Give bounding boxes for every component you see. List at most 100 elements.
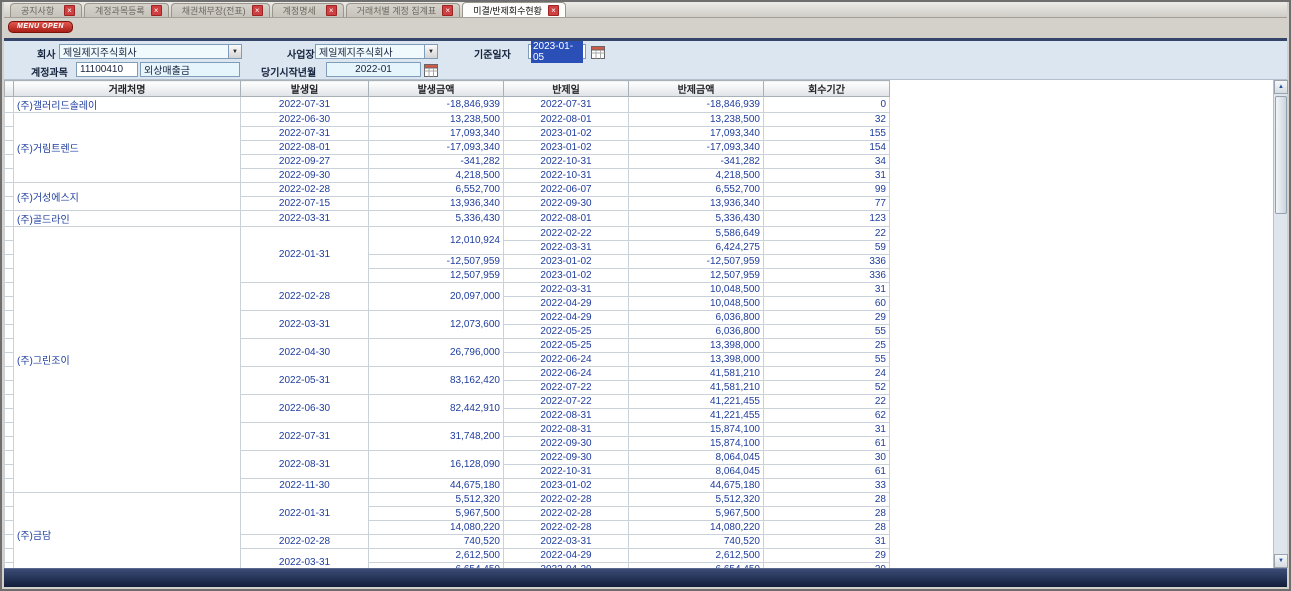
cell-od[interactable]: 2022-04-30 xyxy=(241,339,369,367)
cell-ra[interactable]: 10,048,500 xyxy=(629,283,764,297)
cell-p[interactable]: 61 xyxy=(764,465,890,479)
row-stub[interactable] xyxy=(5,141,14,155)
row-stub[interactable] xyxy=(5,269,14,283)
row-stub[interactable] xyxy=(5,535,14,549)
cell-oa[interactable]: 31,748,200 xyxy=(369,423,504,451)
cell-ra[interactable]: 13,936,340 xyxy=(629,197,764,211)
cell-p[interactable]: 154 xyxy=(764,141,890,155)
cell-rd[interactable]: 2022-10-31 xyxy=(504,155,629,169)
cell-rd[interactable]: 2023-01-02 xyxy=(504,127,629,141)
row-stub[interactable] xyxy=(5,113,14,127)
close-tab-icon[interactable]: × xyxy=(151,5,162,16)
cell-p[interactable]: 24 xyxy=(764,367,890,381)
tab-계정과목등록[interactable]: 계정과목등록× xyxy=(84,3,169,17)
tab-미결/반제회수현황[interactable]: 미결/반제회수현황× xyxy=(462,2,566,17)
cell-rd[interactable]: 2022-06-07 xyxy=(504,183,629,197)
cell-ra[interactable]: 5,586,649 xyxy=(629,227,764,241)
cell-rd[interactable]: 2022-03-31 xyxy=(504,241,629,255)
cell-ra[interactable]: 6,424,275 xyxy=(629,241,764,255)
cell-ra[interactable]: -17,093,340 xyxy=(629,141,764,155)
row-stub[interactable] xyxy=(5,507,14,521)
cell-oa[interactable]: 16,128,090 xyxy=(369,451,504,479)
cell-ra[interactable]: 15,874,100 xyxy=(629,423,764,437)
cell-ra[interactable]: -12,507,959 xyxy=(629,255,764,269)
cell-ra[interactable]: 13,398,000 xyxy=(629,339,764,353)
cell-ra[interactable]: 12,507,959 xyxy=(629,269,764,283)
cell-rd[interactable]: 2022-02-28 xyxy=(504,507,629,521)
col-header-settle-date[interactable]: 반제일 xyxy=(504,81,629,97)
cell-ra[interactable]: 8,064,045 xyxy=(629,465,764,479)
cell-oa[interactable]: 740,520 xyxy=(369,535,504,549)
calendar-icon[interactable] xyxy=(424,63,438,77)
cell-rd[interactable]: 2022-02-28 xyxy=(504,521,629,535)
cell-p[interactable]: 55 xyxy=(764,325,890,339)
row-stub[interactable] xyxy=(5,97,14,113)
cell-oa[interactable]: 5,336,430 xyxy=(369,211,504,227)
cell-rd[interactable]: 2022-10-31 xyxy=(504,169,629,183)
cell-rd[interactable]: 2022-03-31 xyxy=(504,535,629,549)
cell-p[interactable]: 33 xyxy=(764,479,890,493)
cell-rd[interactable]: 2022-08-31 xyxy=(504,423,629,437)
cell-oa[interactable]: -341,282 xyxy=(369,155,504,169)
chevron-down-icon[interactable]: ▼ xyxy=(228,45,241,58)
cell-rd[interactable]: 2023-01-02 xyxy=(504,479,629,493)
cell-oa[interactable]: 12,073,600 xyxy=(369,311,504,339)
cell-od[interactable]: 2022-08-31 xyxy=(241,451,369,479)
row-stub[interactable] xyxy=(5,227,14,241)
cell-p[interactable]: 31 xyxy=(764,535,890,549)
period-start-input[interactable] xyxy=(326,62,421,77)
tab-계정명세[interactable]: 계정명세× xyxy=(272,3,344,17)
cell-rd[interactable]: 2022-10-31 xyxy=(504,465,629,479)
cell-od[interactable]: 2022-07-15 xyxy=(241,197,369,211)
cell-od[interactable]: 2022-02-28 xyxy=(241,283,369,311)
row-stub[interactable] xyxy=(5,283,14,297)
cell-ra[interactable]: 14,080,220 xyxy=(629,521,764,535)
cell-oa[interactable]: 83,162,420 xyxy=(369,367,504,395)
cell-ra[interactable]: 740,520 xyxy=(629,535,764,549)
workplace-dropdown[interactable]: 제일제지주식회사 ▼ xyxy=(315,44,438,59)
row-stub[interactable] xyxy=(5,169,14,183)
cell-od[interactable]: 2022-06-30 xyxy=(241,113,369,127)
cell-cust[interactable]: (주)거림트렌드 xyxy=(14,113,241,183)
account-name-field[interactable] xyxy=(140,62,240,77)
close-tab-icon[interactable]: × xyxy=(326,5,337,16)
cell-oa[interactable]: 17,093,340 xyxy=(369,127,504,141)
close-tab-icon[interactable]: × xyxy=(548,5,559,16)
cell-p[interactable]: 123 xyxy=(764,211,890,227)
cell-ra[interactable]: 44,675,180 xyxy=(629,479,764,493)
cell-cust[interactable]: (주)갤러리드솔레이 xyxy=(14,97,241,113)
cell-oa[interactable]: 5,967,500 xyxy=(369,507,504,521)
cell-ra[interactable]: 15,874,100 xyxy=(629,437,764,451)
row-stub[interactable] xyxy=(5,197,14,211)
cell-oa[interactable]: 6,552,700 xyxy=(369,183,504,197)
cell-od[interactable]: 2022-06-30 xyxy=(241,395,369,423)
cell-od[interactable]: 2022-03-31 xyxy=(241,311,369,339)
cell-rd[interactable]: 2022-06-24 xyxy=(504,353,629,367)
cell-p[interactable]: 22 xyxy=(764,395,890,409)
cell-ra[interactable]: 6,036,800 xyxy=(629,311,764,325)
vertical-scrollbar[interactable]: ▲ ▼ xyxy=(1273,80,1287,568)
cell-p[interactable]: 336 xyxy=(764,255,890,269)
cell-ra[interactable]: 41,581,210 xyxy=(629,367,764,381)
cell-ra[interactable]: 8,064,045 xyxy=(629,451,764,465)
col-header-customer[interactable]: 거래처명 xyxy=(14,81,241,97)
row-stub[interactable] xyxy=(5,241,14,255)
cell-p[interactable]: 60 xyxy=(764,297,890,311)
scrollbar-down-icon[interactable]: ▼ xyxy=(1274,554,1288,568)
cell-p[interactable]: 29 xyxy=(764,549,890,563)
row-stub[interactable] xyxy=(5,381,14,395)
row-stub[interactable] xyxy=(5,339,14,353)
cell-rd[interactable]: 2022-07-22 xyxy=(504,395,629,409)
cell-od[interactable]: 2022-01-31 xyxy=(241,227,369,283)
scrollbar-thumb[interactable] xyxy=(1275,96,1287,214)
cell-p[interactable]: 32 xyxy=(764,113,890,127)
tab-공지사항[interactable]: 공지사항× xyxy=(10,3,82,17)
cell-ra[interactable]: 41,581,210 xyxy=(629,381,764,395)
cell-rd[interactable]: 2022-08-31 xyxy=(504,409,629,423)
base-date-input[interactable]: 2023-01-05 xyxy=(528,44,586,59)
cell-p[interactable]: 30 xyxy=(764,451,890,465)
row-stub[interactable] xyxy=(5,155,14,169)
cell-od[interactable]: 2022-09-30 xyxy=(241,169,369,183)
row-stub[interactable] xyxy=(5,367,14,381)
cell-od[interactable]: 2022-08-01 xyxy=(241,141,369,155)
